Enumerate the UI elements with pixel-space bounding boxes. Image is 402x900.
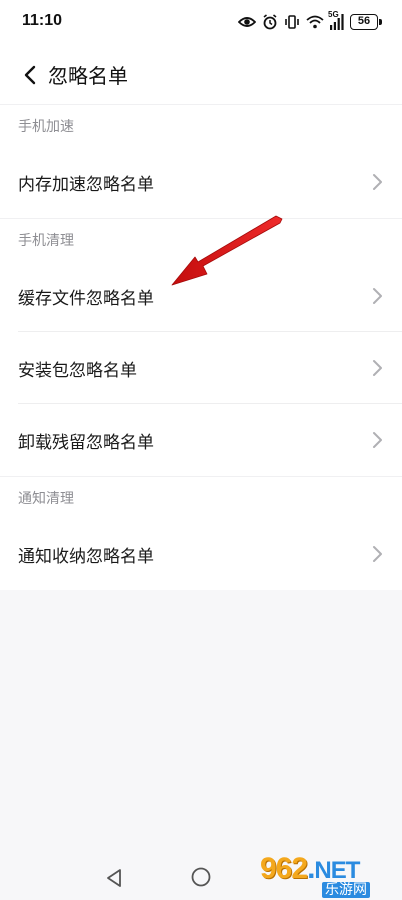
- wifi-icon: [306, 15, 324, 29]
- section-notification-cleaning: 通知清理 通知收纳忽略名单: [0, 476, 402, 590]
- app-header: 忽略名单: [0, 46, 402, 104]
- watermark-logo-text: 962.NET: [260, 852, 360, 885]
- status-time: 11:10: [22, 12, 63, 29]
- back-button[interactable]: [14, 59, 46, 91]
- chevron-right-icon: [373, 546, 382, 562]
- list-item-install-packages[interactable]: 安装包忽略名单: [0, 332, 402, 404]
- chevron-left-icon: [24, 65, 36, 85]
- list-item-label: 通知收纳忽略名单: [18, 546, 154, 567]
- chevron-right-icon: [373, 432, 382, 448]
- list-item-memory-acceleration[interactable]: 内存加速忽略名单: [0, 146, 402, 218]
- list-item-cache-files[interactable]: 缓存文件忽略名单: [0, 260, 402, 332]
- battery-icon: 56: [350, 14, 382, 30]
- section-title: 手机加速: [0, 104, 402, 146]
- list-item-label: 内存加速忽略名单: [18, 174, 154, 195]
- list-item-label: 安装包忽略名单: [18, 360, 137, 381]
- list-item-label: 卸载残留忽略名单: [18, 432, 154, 453]
- section-phone-acceleration: 手机加速 内存加速忽略名单: [0, 104, 402, 218]
- eye-icon: [238, 15, 256, 29]
- list-item-label: 缓存文件忽略名单: [18, 288, 154, 309]
- section-phone-cleaning: 手机清理 缓存文件忽略名单 安装包忽略名单 卸载残留忽略名单: [0, 218, 402, 476]
- section-title: 手机清理: [0, 218, 402, 260]
- page-title: 忽略名单: [48, 64, 128, 88]
- chevron-right-icon: [373, 360, 382, 376]
- signal-icon: 5G: [328, 10, 344, 30]
- network-type-label: 5G: [328, 10, 339, 19]
- site-watermark-logo: 962.NET 乐游网: [260, 852, 398, 898]
- home-circle-icon[interactable]: [190, 866, 212, 888]
- chevron-right-icon: [373, 174, 382, 190]
- alarm-icon: [262, 14, 278, 30]
- back-triangle-icon[interactable]: [104, 868, 124, 888]
- ignore-list-content: 手机加速 内存加速忽略名单 手机清理 缓存文件忽略名单 安装包忽略名单 卸载残留…: [0, 104, 402, 590]
- list-item-uninstall-residue[interactable]: 卸载残留忽略名单: [0, 404, 402, 476]
- status-icons: 5G 56: [238, 10, 382, 32]
- watermark-subtitle: 乐游网: [322, 882, 370, 898]
- status-bar: 11:10 5G 56: [0, 0, 402, 46]
- list-item-notification-storage[interactable]: 通知收纳忽略名单: [0, 518, 402, 590]
- vibrate-icon: [284, 14, 300, 30]
- section-title: 通知清理: [0, 476, 402, 518]
- chevron-right-icon: [373, 288, 382, 304]
